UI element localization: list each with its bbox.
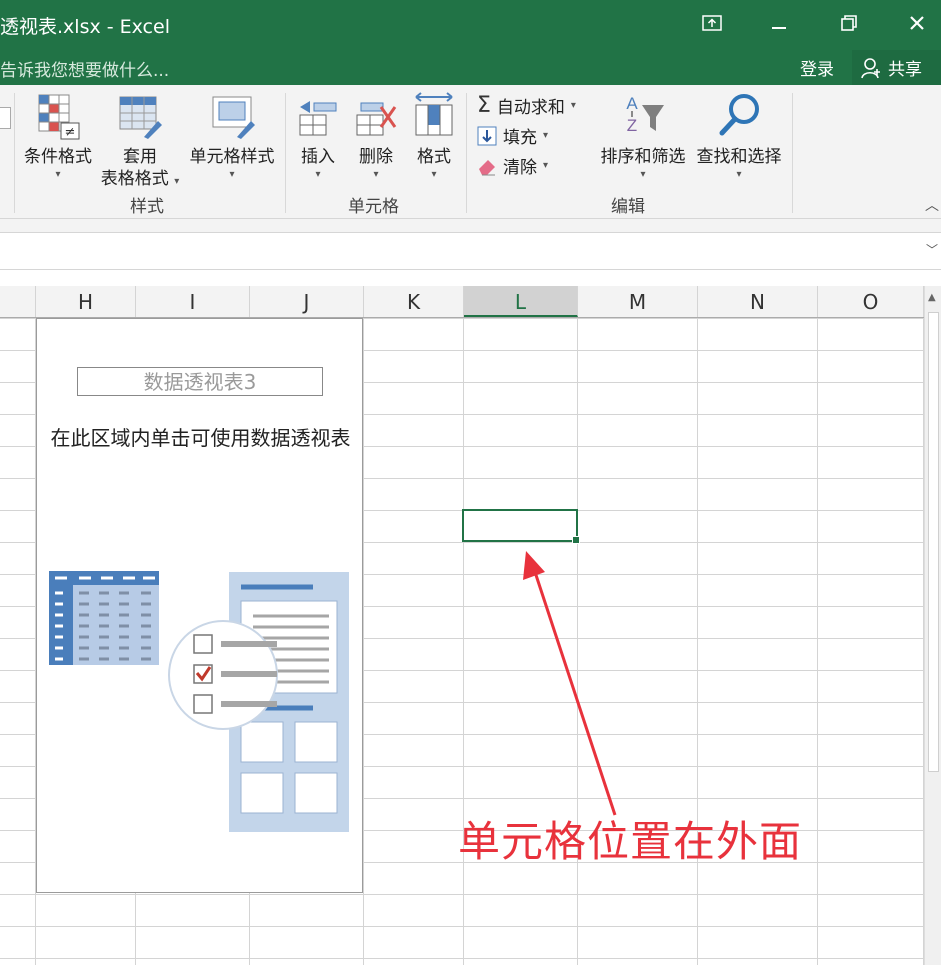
fill-button[interactable]: 填充 ▾ <box>477 123 548 148</box>
cell-styles-icon <box>212 96 255 139</box>
column-header-m[interactable]: M <box>578 286 698 317</box>
column-header-i[interactable]: I <box>136 286 250 317</box>
svg-text:A: A <box>626 94 638 113</box>
clear-label: 清除 <box>503 158 537 178</box>
cell-styles-label: 单元格样式 <box>189 147 275 167</box>
title-bar: 透视表.xlsx - Excel 告诉我您想要做什么... 登录 共享 <box>0 0 941 85</box>
scrollbar-thumb[interactable] <box>928 312 939 772</box>
autosum-button[interactable]: Σ 自动求和 ▾ <box>477 93 576 118</box>
autosum-label: 自动求和 <box>496 98 565 118</box>
eraser-icon <box>479 159 495 175</box>
formula-bar-area: ﹀ <box>0 219 941 270</box>
clear-button[interactable]: 清除 ▾ <box>477 153 548 178</box>
cell-styles-button[interactable]: 单元格样式 ▾ <box>186 93 278 182</box>
magnifier-icon <box>719 94 759 136</box>
pivot-table-hint: 在此区域内单击可使用数据透视表 <box>50 426 351 450</box>
group-separator <box>466 93 467 213</box>
restore-icon[interactable] <box>832 8 866 38</box>
svg-text:Z: Z <box>627 116 637 135</box>
scroll-up-icon[interactable]: ▲ <box>928 292 936 303</box>
chevron-down-icon: ▾ <box>229 169 235 180</box>
column-header-k[interactable]: K <box>364 286 464 317</box>
group-separator <box>14 93 15 213</box>
number-format-dropdown[interactable] <box>0 107 11 129</box>
chevron-down-icon: ▾ <box>640 169 646 180</box>
insert-button[interactable]: 插入 ▾ <box>294 93 342 182</box>
sigma-icon: Σ <box>477 93 491 118</box>
editing-group-label: 编辑 <box>611 197 645 217</box>
minimize-icon[interactable] <box>762 8 796 38</box>
chevron-down-icon: ▾ <box>570 100 576 111</box>
close-icon[interactable] <box>900 8 934 38</box>
cells-group-label: 单元格 <box>348 197 399 217</box>
format-cells-icon <box>415 92 453 136</box>
pivot-table-name: 数据透视表3 <box>77 367 323 396</box>
format-as-table-label-1: 套用 <box>123 147 157 167</box>
group-separator <box>285 93 286 213</box>
column-header-j[interactable]: J <box>250 286 364 317</box>
person-icon <box>861 57 880 78</box>
share-button[interactable]: 共享 <box>852 50 941 85</box>
insert-label: 插入 <box>301 147 335 167</box>
find-select-label: 查找和选择 <box>696 147 782 167</box>
column-header-h[interactable]: H <box>36 286 136 317</box>
annotation-text: 单元格位置在外面 <box>458 817 803 866</box>
sort-filter-label: 排序和筛选 <box>600 147 686 167</box>
chevron-down-icon: ▾ <box>543 130 549 141</box>
format-as-table-label-2: 表格格式 ▾ <box>100 169 180 189</box>
conditional-format-icon: ≠ <box>38 94 80 140</box>
svg-text:≠: ≠ <box>65 125 76 140</box>
window-title: 透视表.xlsx - Excel <box>0 16 170 38</box>
fill-handle[interactable] <box>572 536 580 544</box>
insert-cells-icon <box>299 101 337 136</box>
column-header-o[interactable]: O <box>818 286 924 317</box>
pivot-table-illustration <box>49 571 349 832</box>
vertical-scrollbar[interactable]: ▲ <box>924 286 941 965</box>
format-button[interactable]: 格式 ▾ <box>410 91 458 182</box>
expand-formula-bar-icon[interactable]: ﹀ <box>926 241 938 258</box>
share-label: 共享 <box>888 60 922 80</box>
format-label: 格式 <box>417 147 451 167</box>
conditional-format-label: 条件格式 <box>24 147 92 167</box>
chevron-down-icon: ▾ <box>431 169 437 180</box>
tell-me-search[interactable]: 告诉我您想要做什么... <box>0 56 169 81</box>
sort-filter-button[interactable]: A Z 排序和筛选 ▾ <box>596 91 690 182</box>
fill-label: 填充 <box>503 128 537 148</box>
column-header-partial[interactable] <box>0 286 36 317</box>
ribbon-display-options-icon[interactable] <box>695 8 729 38</box>
pivot-table-placeholder[interactable]: 数据透视表3 在此区域内单击可使用数据透视表 <box>36 318 363 893</box>
collapse-ribbon-icon[interactable]: ︿ <box>925 195 939 215</box>
delete-cells-icon <box>356 102 397 136</box>
login-link[interactable]: 登录 <box>800 55 834 80</box>
formula-input[interactable] <box>0 232 941 270</box>
ribbon: ≠ 条件格式 ▾ 套用 表格格式 ▾ 单元格样式 ▾ 样式 插入 ▾ 删除 ▾ … <box>0 85 941 219</box>
selected-cell-l[interactable] <box>462 509 580 544</box>
sort-filter-icon: A Z <box>626 94 664 135</box>
chevron-down-icon: ▾ <box>736 169 742 180</box>
delete-label: 删除 <box>359 147 393 167</box>
format-as-table-button[interactable]: 套用 表格格式 ▾ <box>96 93 184 193</box>
styles-group-label: 样式 <box>130 197 164 217</box>
format-as-table-icon <box>119 96 162 139</box>
chevron-down-icon: ▾ <box>315 169 321 180</box>
find-select-button[interactable]: 查找和选择 ▾ <box>692 91 786 182</box>
fill-down-icon <box>477 126 497 145</box>
grid-line <box>363 318 364 965</box>
conditional-format-button[interactable]: ≠ 条件格式 ▾ <box>20 93 96 182</box>
grid-line <box>817 318 818 965</box>
column-header-n[interactable]: N <box>698 286 818 317</box>
chevron-down-icon: ▾ <box>373 169 379 180</box>
chevron-down-icon: ▾ <box>543 160 549 171</box>
group-separator <box>792 93 793 213</box>
column-header-l[interactable]: L <box>464 286 578 317</box>
column-headers: H I J K L M N O <box>0 286 941 318</box>
chevron-down-icon: ▾ <box>55 169 61 180</box>
delete-button[interactable]: 删除 ▾ <box>352 93 400 182</box>
